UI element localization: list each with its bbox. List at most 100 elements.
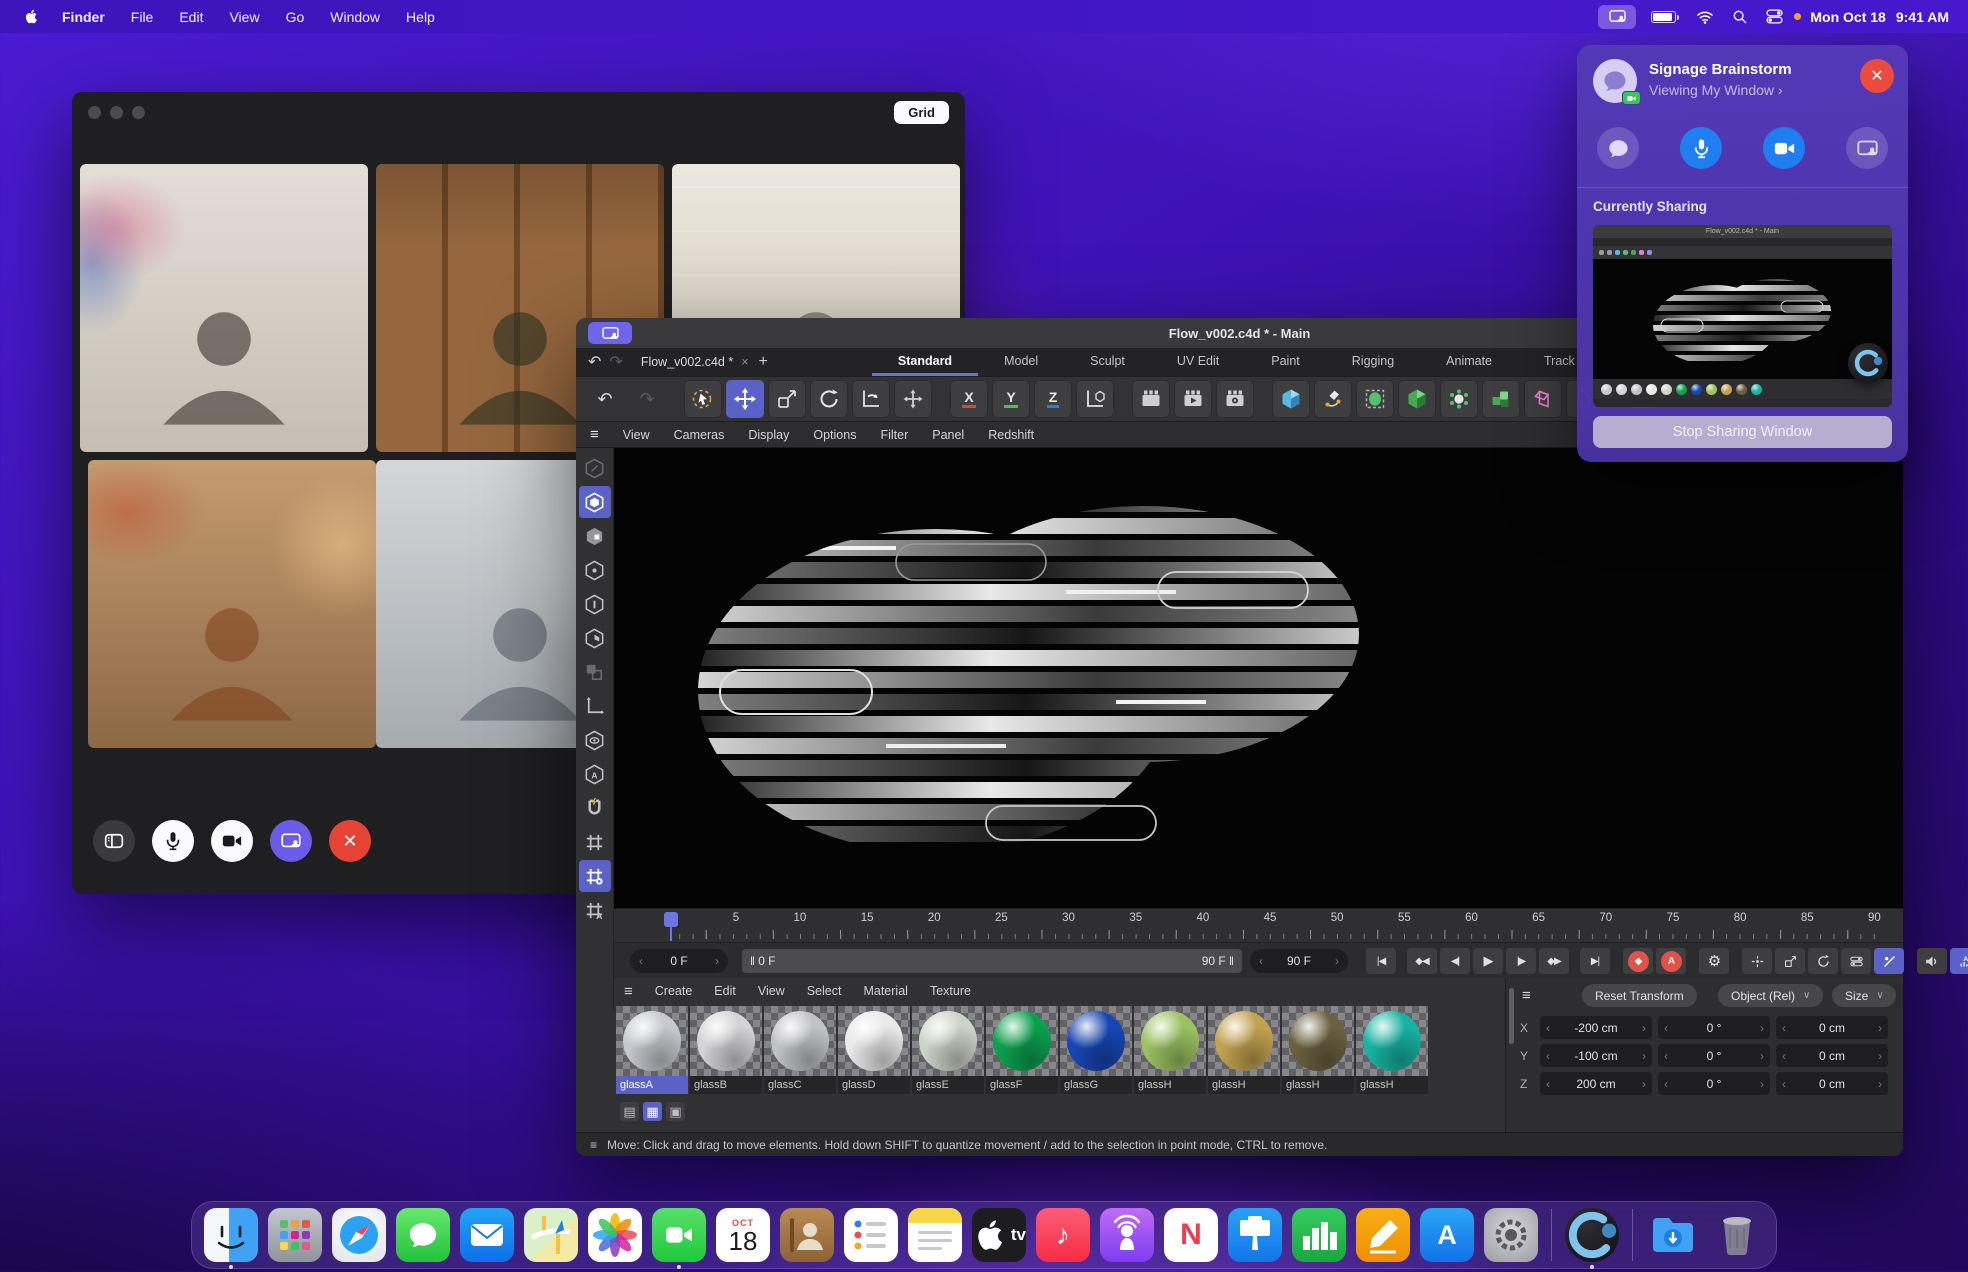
dock-safari-icon[interactable]	[332, 1208, 386, 1262]
coordinate-mode-dropdown[interactable]: Object (Rel)∨	[1718, 984, 1823, 1007]
goto-start-button[interactable]: |◀	[1366, 948, 1396, 974]
currently-sharing-thumbnail[interactable]: Flow_v002.c4d * - Main	[1593, 225, 1892, 407]
list-view-icon[interactable]: ▤	[620, 1102, 639, 1121]
end-frame-field[interactable]: ‹90 F›	[1250, 949, 1348, 973]
polygons-mode-icon[interactable]	[579, 622, 611, 654]
y-size-field[interactable]: ‹0 cm›	[1776, 1044, 1888, 1067]
stop-sharing-button[interactable]: Stop Sharing Window	[1593, 416, 1892, 448]
undo-icon[interactable]: ↶	[588, 352, 601, 372]
sidebar-toggle-button[interactable]	[93, 820, 135, 862]
key-rotation-button[interactable]	[1808, 948, 1838, 974]
document-tab[interactable]: Flow_v002.c4d * ×	[641, 355, 749, 369]
model-mode-icon[interactable]	[579, 486, 611, 518]
timeline-range-slider[interactable]: ‖ 0 F90 F ‖	[742, 949, 1242, 973]
menu-help[interactable]: Help	[393, 9, 448, 25]
dock-finder-icon[interactable]	[204, 1208, 258, 1262]
key-parameters-button[interactable]	[1841, 948, 1871, 974]
keyframe-selection-button[interactable]	[1874, 948, 1904, 974]
material-item[interactable]: glassH	[1134, 1006, 1206, 1094]
timeline-playhead[interactable]	[664, 912, 678, 927]
participant-video-1[interactable]	[80, 164, 368, 452]
timeline-ruler[interactable]: 05 1015 2025 3035 4045 5055 6065 7075 80…	[614, 908, 1903, 942]
viewport-menu-redshift[interactable]: Redshift	[988, 428, 1034, 442]
material-item[interactable]: glassH	[1208, 1006, 1280, 1094]
menu-finder[interactable]: Finder	[49, 9, 118, 25]
tab-animate[interactable]: Animate	[1420, 348, 1518, 376]
material-item[interactable]: glassE	[912, 1006, 984, 1094]
coordinate-system-button[interactable]	[1076, 380, 1114, 418]
undo-button[interactable]: ↶	[586, 380, 624, 418]
messages-button[interactable]	[1597, 127, 1639, 169]
generator-gear-button[interactable]	[1440, 380, 1478, 418]
material-menu-texture[interactable]: Texture	[930, 984, 971, 998]
viewport-menu-icon[interactable]: ≡	[590, 426, 599, 443]
workplane-icon[interactable]	[579, 826, 611, 858]
render-view-button[interactable]	[1132, 380, 1170, 418]
3d-viewport[interactable]	[614, 448, 1903, 908]
tab-uv-edit[interactable]: UV Edit	[1151, 348, 1245, 376]
dock-keynote-icon[interactable]	[1228, 1208, 1282, 1262]
scale-tool[interactable]	[768, 380, 806, 418]
tweak-mode-icon[interactable]	[579, 452, 611, 484]
sound-button[interactable]	[1917, 948, 1947, 974]
dock-calendar-icon[interactable]: OCT 18	[716, 1208, 770, 1262]
z-axis-lock-button[interactable]: Z	[1034, 380, 1072, 418]
screen-sharing-status-icon[interactable]	[1598, 5, 1636, 29]
live-selection-tool[interactable]	[684, 380, 722, 418]
dock-downloads-icon[interactable]	[1646, 1208, 1700, 1262]
material-menu-edit[interactable]: Edit	[714, 984, 736, 998]
dock-podcasts-icon[interactable]	[1100, 1208, 1154, 1262]
single-view-icon[interactable]: ▣	[666, 1102, 685, 1121]
key-scale-button[interactable]	[1775, 948, 1805, 974]
dock-tv-icon[interactable]: tv	[972, 1208, 1026, 1262]
material-item[interactable]: glassG	[1060, 1006, 1132, 1094]
viewport-menu-options[interactable]: Options	[813, 428, 856, 442]
material-item[interactable]: glassD	[838, 1006, 910, 1094]
control-center-icon[interactable]	[1757, 8, 1792, 25]
tab-rigging[interactable]: Rigging	[1326, 348, 1420, 376]
redo-icon[interactable]: ↷	[609, 352, 622, 372]
battery-icon[interactable]	[1642, 11, 1687, 23]
window-sharing-indicator[interactable]	[588, 322, 632, 344]
points-mode-icon[interactable]	[579, 554, 611, 586]
dock-messages-icon[interactable]	[396, 1208, 450, 1262]
menu-edit[interactable]: Edit	[166, 9, 216, 25]
dock-contacts-icon[interactable]	[780, 1208, 834, 1262]
dock-photos-icon[interactable]	[588, 1208, 642, 1262]
grid-layout-button[interactable]: Grid	[894, 101, 949, 124]
y-rotation-field[interactable]: ‹0 °›	[1658, 1044, 1770, 1067]
mic-button[interactable]	[1680, 127, 1722, 169]
tab-sculpt[interactable]: Sculpt	[1064, 348, 1151, 376]
dock-news-icon[interactable]: N	[1164, 1208, 1218, 1262]
menu-file[interactable]: File	[118, 9, 167, 25]
play-button[interactable]: ▶	[1473, 948, 1503, 974]
material-item[interactable]: glassF	[986, 1006, 1058, 1094]
annotation-icon[interactable]: A	[579, 758, 611, 790]
viewport-menu-display[interactable]: Display	[748, 428, 789, 442]
spline-pen-button[interactable]	[1314, 380, 1352, 418]
material-item[interactable]: glassH	[1282, 1006, 1354, 1094]
z-rotation-field[interactable]: ‹0 °›	[1658, 1072, 1770, 1095]
dock-cinema4d-icon[interactable]	[1565, 1208, 1619, 1262]
viewport-menu-panel[interactable]: Panel	[932, 428, 964, 442]
y-position-field[interactable]: ‹-100 cm›	[1540, 1044, 1652, 1067]
material-menu-material[interactable]: Material	[863, 984, 907, 998]
tab-close-icon[interactable]: ×	[741, 355, 748, 369]
window-traffic-lights[interactable]	[88, 106, 145, 119]
subdivision-surface-button[interactable]	[1356, 380, 1394, 418]
menu-bar-date[interactable]: Mon Oct 18	[1805, 9, 1890, 25]
tab-paint[interactable]: Paint	[1245, 348, 1326, 376]
size-dropdown[interactable]: Size∨	[1832, 984, 1896, 1007]
dock-mail-icon[interactable]	[460, 1208, 514, 1262]
x-rotation-field[interactable]: ‹0 °›	[1658, 1016, 1770, 1039]
previous-frame-button[interactable]: ◀|	[1440, 948, 1470, 974]
dock-launchpad-icon[interactable]	[268, 1208, 322, 1262]
menu-bar-time[interactable]: 9:41 AM	[1891, 9, 1954, 25]
panel-scrollbar[interactable]	[1509, 988, 1514, 1044]
material-item[interactable]: glassH	[1356, 1006, 1428, 1094]
mograph-button[interactable]	[1524, 380, 1562, 418]
previous-key-button[interactable]: ◆◀	[1407, 948, 1437, 974]
dock-facetime-icon[interactable]	[652, 1208, 706, 1262]
move-tool[interactable]	[726, 380, 764, 418]
material-menu-select[interactable]: Select	[807, 984, 842, 998]
